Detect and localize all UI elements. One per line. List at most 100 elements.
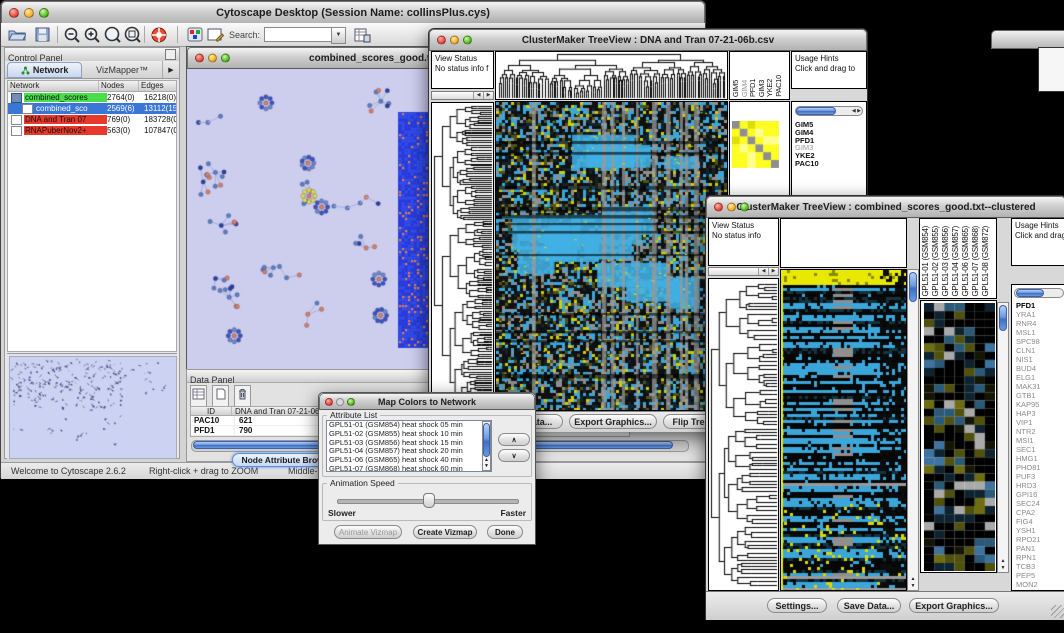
main-title-bar[interactable]: Cytoscape Desktop (Session Name: collins…	[1, 1, 705, 25]
gene-list-item[interactable]: HRD3	[1016, 481, 1041, 490]
done-button[interactable]: Done	[487, 525, 523, 539]
tab-network[interactable]: Network	[7, 62, 82, 78]
gene-list-item[interactable]: SPC98	[1016, 337, 1041, 346]
network-list-item[interactable]: RNAPuberNov2+563(0)107847(0)	[8, 125, 176, 136]
gene-list-item[interactable]: HMG1	[1016, 454, 1041, 463]
open-folder-icon[interactable]	[6, 25, 28, 44]
animate-vizmap-button[interactable]: Animate Vizmap	[334, 525, 402, 539]
save-data-button[interactable]: Save Data...	[837, 598, 901, 613]
new-attribute-icon[interactable]	[212, 385, 229, 407]
gene-list-item[interactable]: ELG1	[1016, 373, 1041, 382]
tab-overflow-arrow[interactable]: ▶	[162, 61, 179, 78]
tv2-heatmap-vscrollbar[interactable]: ▲▼	[907, 269, 919, 591]
delete-attribute-icon[interactable]	[234, 385, 251, 407]
gene-list-item[interactable]: HAP3	[1016, 409, 1041, 418]
gene-list-item[interactable]: PAN1	[1016, 544, 1041, 553]
tv2-list-hscrollbar[interactable]	[1014, 288, 1064, 298]
treeview1-title-bar[interactable]: ClusterMaker TreeView : DNA and Tran 07-…	[429, 29, 867, 51]
gene-list-item[interactable]: RPN1	[1016, 553, 1041, 562]
minimize-button[interactable]	[727, 203, 736, 212]
tv1-array-dendrogram[interactable]	[496, 52, 727, 99]
gene-list-item[interactable]: CLN1	[1016, 346, 1041, 355]
attribute-select-icon[interactable]	[190, 385, 207, 407]
vizmap-palette-icon[interactable]	[184, 25, 206, 44]
zoom-in-icon[interactable]	[81, 25, 103, 44]
tv1-summary-matrix[interactable]	[732, 121, 779, 168]
zoom-button[interactable]	[221, 54, 230, 63]
zoom-selected-icon[interactable]	[121, 25, 143, 44]
minimize-button[interactable]	[336, 398, 344, 406]
gene-list-item[interactable]: MAK31	[1016, 382, 1041, 391]
tv2-subheatmap-vscrollbar[interactable]: ▲▼	[997, 302, 1009, 573]
zoom-out-icon[interactable]	[61, 25, 83, 44]
gene-list-item[interactable]: SEC1	[1016, 445, 1041, 454]
zoom-fit-icon[interactable]	[101, 25, 123, 44]
tv1-list-hscrollbar[interactable]: ◀ ▶	[795, 106, 863, 116]
move-down-button[interactable]: ∨	[498, 449, 530, 462]
export-graphics-button[interactable]: Export Graphics...	[569, 414, 657, 429]
resize-grip[interactable]	[1051, 605, 1064, 618]
gene-list-item[interactable]: CPA2	[1016, 508, 1041, 517]
gene-list-item[interactable]: FIG4	[1016, 517, 1041, 526]
gene-list-item[interactable]: PAC10	[795, 160, 819, 168]
close-button[interactable]	[714, 203, 723, 212]
treeview2-title-bar[interactable]: ClusterMaker TreeView : combined_scores_…	[706, 196, 1064, 218]
close-button[interactable]	[325, 398, 333, 406]
tv2-gene-dendrogram[interactable]	[709, 279, 778, 590]
speed-slider-thumb[interactable]	[423, 493, 435, 508]
gene-list-item[interactable]: MSL1	[1016, 328, 1041, 337]
gene-list-item[interactable]: GPI16	[1016, 490, 1041, 499]
network-list-item[interactable]: combined_scores2764(0)16218(0)	[8, 92, 176, 103]
tab-vizmapper[interactable]: VizMapper™	[82, 61, 162, 78]
export-graphics-button[interactable]: Export Graphics...	[909, 598, 999, 613]
annotation-icon[interactable]	[204, 25, 226, 44]
gene-list-item[interactable]: PFD1	[1016, 301, 1041, 310]
gene-list-item[interactable]: PHO81	[1016, 463, 1041, 472]
gene-list-item[interactable]: KAP95	[1016, 400, 1041, 409]
attribute-list[interactable]: GPL51-01 (GSM854) heat shock 05 minGPL51…	[326, 420, 492, 472]
tv2-heatmap[interactable]	[781, 270, 906, 590]
network-list-item[interactable]: DNA and Tran 07769(0)183728(0)	[8, 114, 176, 125]
tv1-heatmap[interactable]	[496, 102, 727, 410]
tv2-left-hscrollbar[interactable]: ◀▶	[708, 267, 779, 276]
search-dropdown-button[interactable]: ▼	[331, 27, 346, 44]
minimize-button[interactable]	[450, 36, 459, 45]
gene-list-item[interactable]: YSH1	[1016, 526, 1041, 535]
zoom-button[interactable]	[463, 36, 472, 45]
minimize-button[interactable]	[24, 8, 34, 18]
tv2-subheatmap[interactable]	[924, 303, 995, 571]
settings-button[interactable]: Settings...	[767, 598, 827, 613]
tv1-gene-dendrogram[interactable]	[432, 103, 493, 410]
network-list-item[interactable]: combined_sco2569(6)13112(15)	[8, 103, 176, 114]
zoom-button[interactable]	[740, 203, 749, 212]
gene-list-item[interactable]: RNR4	[1016, 319, 1041, 328]
gene-list-item[interactable]: RPO21	[1016, 535, 1041, 544]
attribute-list-vscrollbar[interactable]: ▲▼	[482, 421, 491, 471]
float-panel-icon[interactable]	[165, 49, 176, 60]
search-input[interactable]	[264, 27, 332, 42]
import-table-icon[interactable]	[351, 25, 373, 44]
network-overview-thumbnail[interactable]	[9, 356, 177, 459]
zoom-button[interactable]	[347, 398, 355, 406]
gene-list-item[interactable]: MON2	[1016, 580, 1041, 589]
save-icon[interactable]	[31, 25, 53, 44]
gene-list-item[interactable]: PEP5	[1016, 571, 1041, 580]
gene-list-item[interactable]: GTB1	[1016, 391, 1041, 400]
gene-list-item[interactable]: BUD4	[1016, 364, 1041, 373]
attribute-list-item[interactable]: GPL51-07 (GSM868) heat shock 60 min	[329, 465, 491, 472]
create-vizmap-button[interactable]: Create Vizmap	[413, 525, 477, 539]
help-ring-icon[interactable]	[148, 25, 170, 44]
tv1-left-hscrollbar[interactable]: ◀▶	[431, 91, 494, 100]
gene-list-item[interactable]: YRA1	[1016, 310, 1041, 319]
move-up-button[interactable]: ∧	[498, 433, 530, 446]
gene-list-item[interactable]: VIP1	[1016, 418, 1041, 427]
minimize-button[interactable]	[208, 54, 217, 63]
gene-list-item[interactable]: NIS1	[1016, 355, 1041, 364]
gene-list-item[interactable]: TCB3	[1016, 562, 1041, 571]
zoom-button[interactable]	[39, 8, 49, 18]
gene-list-item[interactable]: PUF3	[1016, 472, 1041, 481]
gene-list-item[interactable]: MSI1	[1016, 436, 1041, 445]
dialog-title-bar[interactable]: Map Colors to Network	[319, 393, 535, 410]
close-button[interactable]	[9, 8, 19, 18]
gene-list-item[interactable]: SEC24	[1016, 499, 1041, 508]
